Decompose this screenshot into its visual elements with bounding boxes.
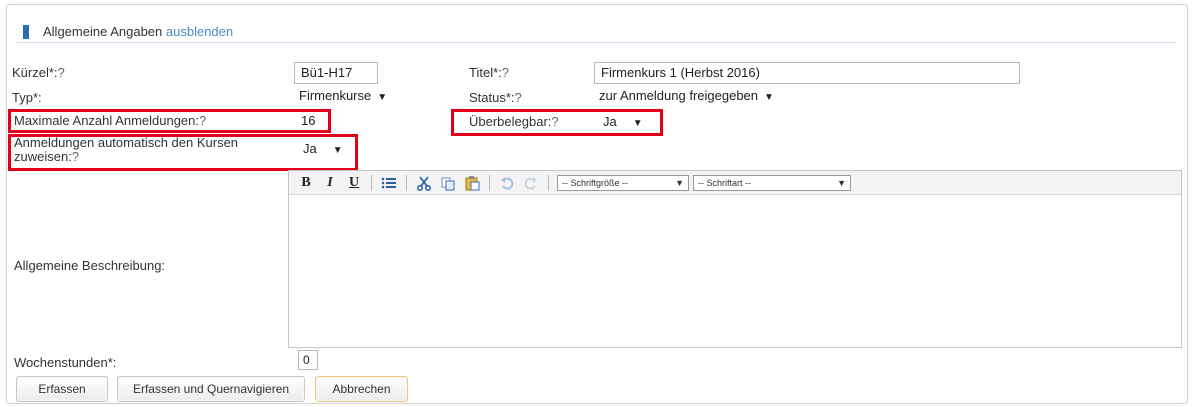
chevron-down-icon: ▼: [332, 145, 343, 156]
chevron-down-icon: ▼: [675, 177, 684, 188]
scissors-icon: [417, 175, 431, 191]
beschreibung-label: Allgemeine Beschreibung:: [14, 258, 166, 273]
kuerzel-label: Kürzel*:?: [12, 65, 65, 80]
section-header: Allgemeine Angaben ausblenden: [17, 15, 1177, 43]
chevron-down-icon: ▼: [632, 118, 643, 129]
ueberbelegbar-select[interactable]: Ja ▼: [598, 112, 648, 132]
copy-icon: [441, 177, 455, 190]
kuerzel-label-text: Kürzel*:: [12, 65, 58, 80]
section-marker: [23, 25, 29, 39]
italic-button[interactable]: I: [319, 173, 341, 193]
paste-icon: [465, 175, 480, 190]
ueberbelegbar-help[interactable]: ?: [551, 114, 558, 129]
fontfamily-select[interactable]: -- Schriftart -- ▼: [693, 174, 851, 191]
zuweisen-label-line2: zuweisen:: [14, 149, 72, 164]
redo-icon: [524, 176, 537, 190]
ueberbelegbar-label-text: Überbelegbar:: [469, 114, 552, 129]
kuerzel-input[interactable]: Bü1-H17: [294, 62, 378, 84]
erfassen-button[interactable]: Erfassen: [16, 376, 108, 402]
max-help[interactable]: ?: [199, 113, 206, 128]
toolbar-separator: [371, 174, 372, 191]
fontsize-select-value: -- Schriftgröße --: [562, 177, 629, 188]
max-label-text: Maximale Anzahl Anmeldungen:: [14, 113, 200, 128]
zuweisen-select[interactable]: Ja ▼: [298, 139, 348, 159]
copy-button[interactable]: [437, 173, 459, 193]
max-label: Maximale Anzahl Anmeldungen:?: [14, 113, 206, 128]
chevron-down-icon: ▼: [377, 92, 388, 103]
chevron-down-icon: ▼: [837, 177, 846, 188]
zuweisen-select-value: Ja: [303, 141, 317, 156]
section-title: Allgemeine Angaben ausblenden: [43, 24, 233, 39]
zuweisen-help[interactable]: ?: [72, 149, 79, 164]
list-button[interactable]: [378, 173, 400, 193]
status-label: Status*:?: [469, 90, 522, 105]
kuerzel-help[interactable]: ?: [58, 65, 65, 80]
titel-input[interactable]: Firmenkurs 1 (Herbst 2016): [594, 62, 1020, 84]
abbrechen-button[interactable]: Abbrechen: [315, 376, 408, 402]
ueberbelegbar-select-value: Ja: [603, 114, 617, 129]
toolbar-separator: [406, 174, 407, 191]
fontfamily-select-value: -- Schriftart --: [698, 177, 751, 188]
wochenstunden-input[interactable]: 0: [298, 350, 318, 370]
status-label-text: Status*:: [469, 90, 515, 105]
redo-button[interactable]: [520, 173, 542, 193]
chevron-down-icon: ▼: [764, 92, 774, 103]
description-editor: B I U -- Schriftgröße -- ▼ -- Schriftart…: [288, 170, 1182, 348]
typ-select-value: Firmenkurse: [299, 88, 372, 103]
toolbar-separator: [548, 174, 549, 191]
typ-label: Typ*:: [12, 90, 42, 105]
bold-button[interactable]: B: [295, 173, 317, 193]
toolbar-separator: [489, 174, 490, 191]
cut-button[interactable]: [413, 173, 435, 193]
underline-button[interactable]: U: [343, 173, 365, 193]
ueberbelegbar-label: Überbelegbar:?: [469, 114, 559, 129]
max-input[interactable]: 16: [296, 111, 320, 131]
fontsize-select[interactable]: -- Schriftgröße -- ▼: [557, 174, 689, 191]
paste-button[interactable]: [461, 173, 483, 193]
zuweisen-label: Anmeldungen automatisch den Kursen zuwei…: [14, 136, 238, 164]
titel-label: Titel*:?: [469, 65, 509, 80]
undo-icon: [501, 176, 514, 190]
status-help[interactable]: ?: [515, 90, 522, 105]
wochenstunden-label: Wochenstunden*:: [14, 355, 117, 370]
bullet-list-icon: [381, 177, 396, 188]
collapse-link[interactable]: ausblenden: [166, 24, 233, 39]
typ-select[interactable]: Firmenkurse ▼: [294, 86, 392, 106]
titel-label-text: Titel*:: [469, 65, 502, 80]
section-title-text: Allgemeine Angaben: [43, 24, 163, 39]
titel-help[interactable]: ?: [502, 65, 509, 80]
zuweisen-label-line1: Anmeldungen automatisch den Kursen: [14, 135, 239, 150]
status-select[interactable]: zur Anmeldung freigegeben ▼: [594, 86, 779, 106]
editor-toolbar: B I U -- Schriftgröße -- ▼ -- Schriftart…: [289, 171, 1181, 195]
undo-button[interactable]: [496, 173, 518, 193]
status-select-value: zur Anmeldung freigegeben: [599, 88, 759, 103]
editor-content-area[interactable]: [289, 195, 1181, 347]
erfassen-quernavigieren-button[interactable]: Erfassen und Quernavigieren: [117, 376, 305, 402]
